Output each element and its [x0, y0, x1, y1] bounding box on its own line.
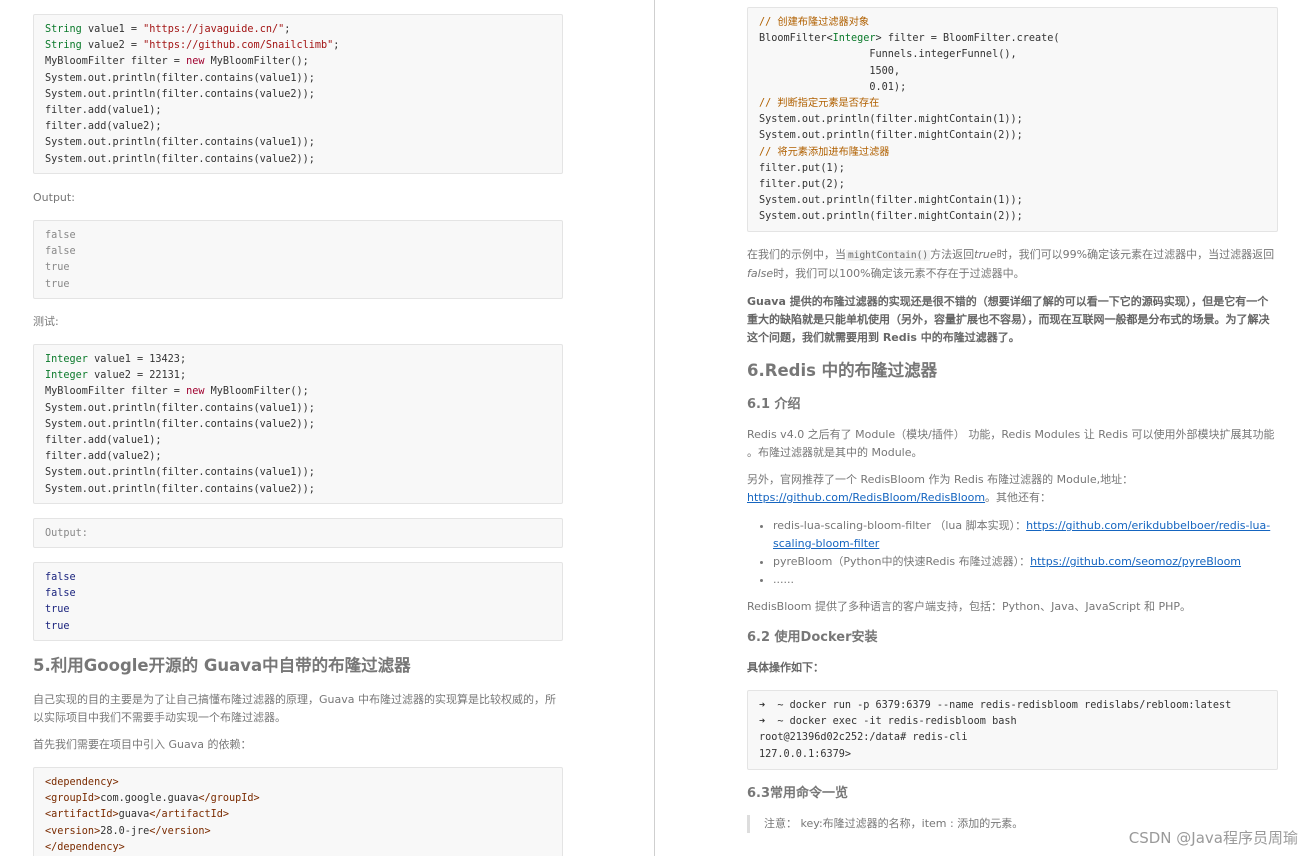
- code-line: System.out.println(filter.contains(value…: [45, 153, 315, 165]
- paragraph-mightcontain: 在我们的示例中，当 mightContain() 方法返回true时，我们可以99%…: [747, 248, 1275, 280]
- code-block-maven-dependency: <dependency> <groupId>com.google.guava</g…: [33, 767, 563, 856]
- code-line: true: [45, 262, 70, 274]
- code-line: <groupId>com.google.guava</groupId>: [45, 793, 260, 805]
- code-line: root@21396d02c252:/data# redis-cli: [759, 732, 968, 744]
- code-line: 0.01);: [759, 81, 907, 93]
- code-line: false: [45, 230, 76, 241]
- code-line: 1500,: [759, 65, 901, 77]
- code-line: true: [45, 620, 70, 632]
- code-line: // 将元素添加进布隆过滤器: [759, 146, 890, 158]
- code-line: Integer value1 = 13423;: [45, 354, 187, 365]
- steps-label: 具体操作如下：: [747, 661, 824, 674]
- module-list: redis-lua-scaling-bloom-filter （lua 脚本实现…: [747, 517, 1278, 589]
- code-line: Integer value2 = 22131;: [45, 370, 187, 382]
- code-line: <artifactId>guava</artifactId>: [45, 809, 230, 821]
- code-line: System.out.println(filter.contains(value…: [45, 467, 315, 479]
- code-line: System.out.println(filter.contains(value…: [45, 137, 315, 149]
- output-label-block: Output:: [33, 518, 563, 548]
- code-line: System.out.println(filter.mightContain(2…: [759, 211, 1023, 223]
- code-line: ➜ ~ docker run -p 6379:6379 --name redis…: [759, 700, 1232, 711]
- heading-intro: 6.1 介绍: [747, 397, 801, 412]
- inline-code: mightContain(): [846, 250, 931, 261]
- paragraph-guava-intro: 自己实现的目的主要是为了让自己搞懂布隆过滤器的原理，Guava 中布隆过滤器的实…: [33, 693, 556, 724]
- code-line: false: [45, 572, 76, 583]
- code-line: System.out.println(filter.contains(value…: [45, 72, 315, 84]
- code-block-myfilter-strings: String value1 = "https://javaguide.cn/";…: [33, 14, 563, 174]
- code-line: ➜ ~ docker exec -it redis-redisbloom bas…: [759, 716, 1017, 728]
- code-line: MyBloomFilter filter = new MyBloomFilter…: [45, 56, 309, 68]
- code-line: Funnels.integerFunnel(),: [759, 49, 1017, 61]
- code-line: filter.add(value2);: [45, 451, 162, 463]
- code-line: System.out.println(filter.contains(value…: [45, 402, 315, 414]
- left-page: String value1 = "https://javaguide.cn/";…: [33, 0, 563, 856]
- paragraph-guava-dependency: 首先我们需要在项目中引入 Guava 的依赖：: [33, 738, 252, 751]
- code-line: filter.add(value1);: [45, 104, 162, 116]
- paragraph-guava-limitation: Guava 提供的布隆过滤器的实现还是很不错的（想要详细了解的可以看一下它的源码…: [747, 295, 1270, 344]
- code-line: filter.add(value1);: [45, 434, 162, 446]
- code-line: filter.add(value2);: [45, 121, 162, 133]
- right-page: // 创建布隆过滤器对象 BloomFilter<Integer> filter …: [747, 0, 1278, 856]
- paragraph-redis-modules: Redis v4.0 之后有了 Module（模块/插件） 功能，Redis M…: [747, 428, 1275, 459]
- code-line: MyBloomFilter filter = new MyBloomFilter…: [45, 386, 309, 398]
- output-label: Output:: [33, 191, 75, 204]
- code-block-guava-bloomfilter: // 创建布隆过滤器对象 BloomFilter<Integer> filter …: [747, 7, 1278, 232]
- list-item: redis-lua-scaling-bloom-filter （lua 脚本实现…: [773, 517, 1278, 553]
- output-block: false false true true: [33, 220, 563, 299]
- output-block-2: false false true true: [33, 562, 563, 641]
- code-line: System.out.println(filter.contains(value…: [45, 418, 315, 430]
- code-line: true: [45, 278, 70, 290]
- paragraph-client-support: RedisBloom 提供了多种语言的客户端支持，包括：Python、Java、…: [747, 600, 1191, 613]
- code-line: System.out.println(filter.contains(value…: [45, 88, 315, 100]
- heading-docker: 6.2 使用Docker安装: [747, 630, 878, 645]
- test-label: 测试:: [33, 315, 59, 328]
- code-line: System.out.println(filter.mightContain(1…: [759, 114, 1023, 126]
- link-pyrebloom[interactable]: https://github.com/seomoz/pyreBloom: [1030, 555, 1241, 568]
- code-line: filter.put(2);: [759, 178, 845, 190]
- page-divider: [654, 0, 655, 856]
- code-line: false: [45, 588, 76, 600]
- code-line: 127.0.0.1:6379>: [759, 748, 852, 760]
- code-block-docker: ➜ ~ docker run -p 6379:6379 --name redis…: [747, 690, 1278, 770]
- code-line: <version>28.0-jre</version>: [45, 825, 211, 837]
- heading-commands: 6.3常用命令一览: [747, 786, 849, 801]
- code-block-myfilter-integers: Integer value1 = 13423; Integer value2 = …: [33, 344, 563, 504]
- list-item: ......: [773, 571, 1278, 589]
- code-line: System.out.println(filter.mightContain(1…: [759, 195, 1023, 207]
- code-line: true: [45, 604, 70, 616]
- code-line: </dependency>: [45, 841, 125, 853]
- code-line: String value2 = "https://github.com/Snai…: [45, 40, 340, 52]
- code-line: System.out.println(filter.contains(value…: [45, 483, 315, 495]
- code-line: String value1 = "https://javaguide.cn/";: [45, 24, 291, 35]
- heading-guava: 5.利用Google开源的 Guava中自带的布隆过滤器: [33, 656, 411, 675]
- code-line: false: [45, 246, 76, 258]
- list-item: pyreBloom（Python中的快速Redis 布隆过滤器）：https:/…: [773, 553, 1278, 571]
- link-redisbloom[interactable]: https://github.com/RedisBloom/RedisBloom: [747, 491, 985, 504]
- code-line: System.out.println(filter.mightContain(2…: [759, 130, 1023, 142]
- watermark: CSDN @Java程序员周瑜: [1128, 829, 1298, 847]
- heading-redis-bloom: 6.Redis 中的布隆过滤器: [747, 361, 938, 380]
- code-line: BloomFilter<Integer> filter = BloomFilte…: [759, 33, 1060, 45]
- code-line: filter.put(1);: [759, 162, 845, 174]
- code-line: // 创建布隆过滤器对象: [759, 17, 870, 28]
- paragraph-redisbloom: 另外，官网推荐了一个 RedisBloom 作为 Redis 布隆过滤器的 Mo…: [747, 473, 1134, 504]
- code-line: Output:: [45, 528, 88, 539]
- code-line: <dependency>: [45, 777, 119, 788]
- code-line: // 判断指定元素是否存在: [759, 97, 880, 109]
